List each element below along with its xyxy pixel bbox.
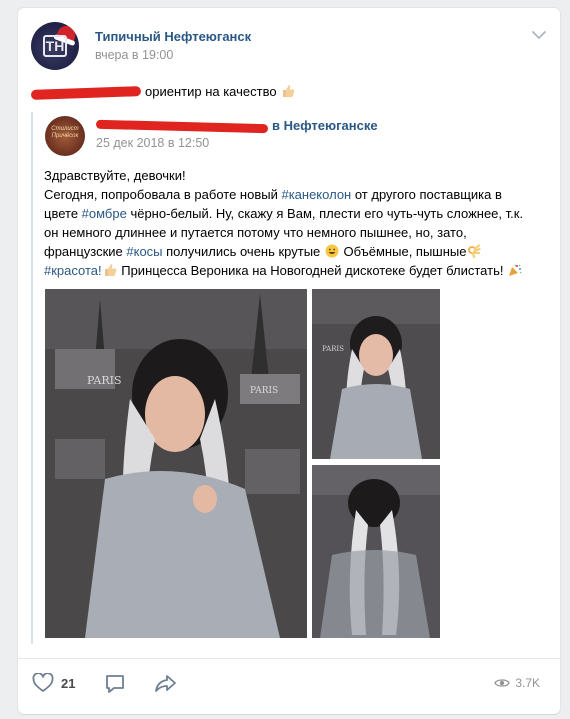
ok-hand-icon <box>468 244 482 258</box>
svg-text:PARIS: PARIS <box>322 345 344 353</box>
body-line: Здравствуйте, девочки! <box>44 168 186 183</box>
post-card: TH Типичный Нефтеюганск вчера в 19:00 ор… <box>18 8 560 714</box>
post-photo[interactable]: PARIS PARIS <box>45 289 307 638</box>
grinning-face-icon <box>325 244 339 258</box>
body-line: #красота! Принцесса Вероника на Новогодн… <box>44 261 544 280</box>
share-icon <box>155 675 176 692</box>
photo-girl-braids: PARIS PARIS <box>45 289 307 638</box>
post-photo[interactable] <box>312 465 440 638</box>
share-button[interactable] <box>154 673 178 695</box>
repost-body: Здравствуйте, девочки! Сегодня, попробов… <box>44 166 544 280</box>
community-avatar[interactable]: TH <box>31 22 79 70</box>
like-button[interactable]: 21 <box>32 673 75 693</box>
photo-girl-braids: PARIS <box>312 289 440 459</box>
photo-braids-back <box>312 465 440 638</box>
post-actions-bar: 21 3.7K <box>18 658 560 698</box>
hashtag-link[interactable]: #канеколон <box>281 187 351 202</box>
comment-icon <box>106 675 124 693</box>
redacted-scribble <box>95 119 269 134</box>
svg-text:PARIS: PARIS <box>250 386 278 396</box>
repost-avatar-logo-text: Стилист Причёсок <box>51 126 79 139</box>
chevron-down-icon[interactable] <box>532 30 546 40</box>
repost-author-suffix[interactable]: в Нефтеюганске <box>272 118 378 133</box>
hashtag-link[interactable]: #косы <box>126 244 162 259</box>
repost-divider <box>31 112 33 644</box>
body-line: цвете #омбре чёрно-белый. Ну, скажу я Ва… <box>44 206 524 221</box>
views-count: 3.7K <box>515 676 540 690</box>
community-logo-icon: TH <box>43 35 67 57</box>
hashtag-link[interactable]: #красота! <box>44 263 102 278</box>
hashtag-link[interactable]: #омбре <box>82 206 127 221</box>
body-line: Сегодня, попробовала в работе новый #кан… <box>44 187 502 202</box>
repost-date[interactable]: 25 дек 2018 в 12:50 <box>96 136 209 150</box>
heart-icon <box>32 673 54 692</box>
repost-author-avatar[interactable]: Стилист Причёсок <box>45 116 85 156</box>
svg-text:PARIS: PARIS <box>87 374 122 387</box>
thumbs-up-icon <box>104 264 117 277</box>
redacted-scribble <box>30 85 142 100</box>
post-text-content: ориентир на качество <box>145 84 277 99</box>
like-count: 21 <box>61 675 76 691</box>
post-author[interactable]: Типичный Нефтеюганск <box>95 29 251 44</box>
post-photo[interactable]: PARIS <box>312 289 440 459</box>
eye-icon <box>494 679 511 687</box>
repost-author[interactable]: в Нефтеюганске <box>95 118 378 134</box>
post-date[interactable]: вчера в 19:00 <box>95 48 173 62</box>
post-text: ориентир на качество <box>30 84 296 100</box>
body-line: он немного длиннее и путается потому что… <box>44 225 467 240</box>
body-line: французские #косы получились очень круты… <box>44 242 544 261</box>
party-popper-icon <box>509 264 522 276</box>
comment-button[interactable] <box>104 673 126 695</box>
views-counter: 3.7K <box>494 676 540 690</box>
thumbs-up-icon <box>283 85 295 98</box>
